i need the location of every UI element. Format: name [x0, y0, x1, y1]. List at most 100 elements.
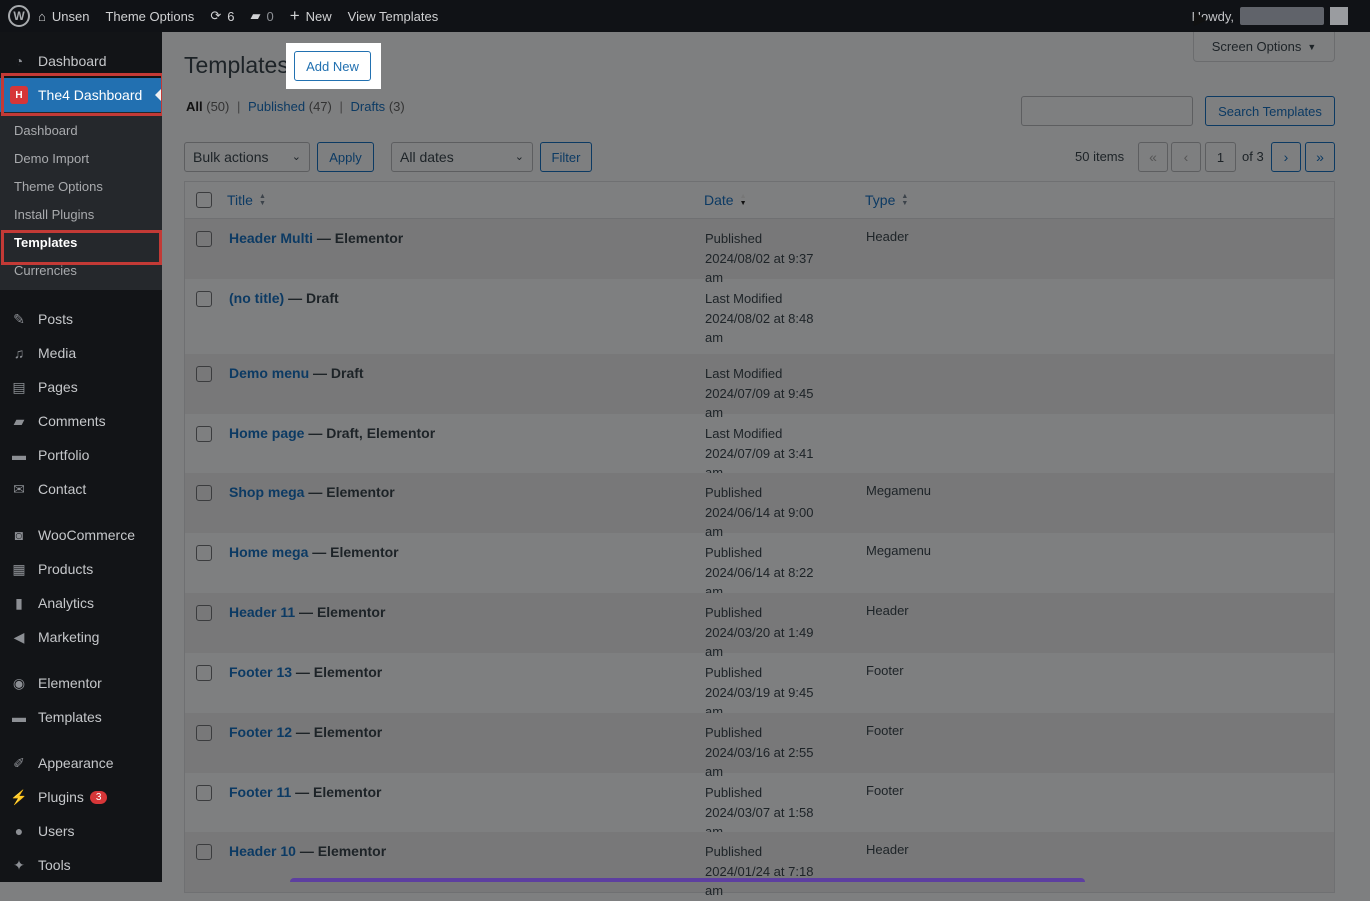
submenu-dashboard[interactable]: Dashboard	[0, 116, 162, 144]
filter-drafts[interactable]: Drafts	[351, 99, 386, 114]
row-title-link[interactable]: Home page	[229, 425, 304, 441]
plus-icon: +	[289, 6, 300, 25]
filter-all[interactable]: All	[186, 99, 203, 114]
table-row: Header 11 — Elementor Published 2024/03/20…	[185, 593, 1334, 659]
theme-options-link[interactable]: Theme Options	[97, 0, 202, 32]
sidebar-item-label: Templates	[38, 709, 102, 725]
row-title-link[interactable]: Demo menu	[229, 365, 309, 381]
page-title: Templates	[184, 52, 289, 78]
next-page-button[interactable]: ›	[1271, 142, 1301, 172]
row-checkbox[interactable]	[196, 545, 212, 561]
table-row: Home mega — Elementor Published 2024/06/14…	[185, 533, 1334, 599]
sidebar-item-posts[interactable]: ✎ Posts	[0, 302, 162, 336]
row-checkbox[interactable]	[196, 231, 212, 247]
row-title: Header 10 — Elementor	[229, 843, 386, 859]
sidebar-item-label: Dashboard	[38, 53, 107, 69]
sidebar-item-contact[interactable]: ✉ Contact	[0, 472, 162, 506]
row-date-value: 2024/08/02 at 8:48 am	[705, 310, 814, 346]
row-date: Last Modified 2024/08/02 at 8:48 am	[705, 289, 835, 348]
sidebar-item-users[interactable]: ● Users	[0, 814, 162, 848]
bulk-actions-select[interactable]: Bulk actions ⌄	[184, 142, 310, 172]
row-title-link[interactable]: Home mega	[229, 544, 308, 560]
sidebar-item-elementor[interactable]: ◉ Elementor	[0, 666, 162, 700]
row-title-link[interactable]: Footer 11	[229, 784, 291, 800]
row-status: Last Modified	[705, 426, 783, 441]
select-all-checkbox[interactable]	[196, 192, 212, 208]
wordpress-logo-icon[interactable]: W	[8, 5, 30, 27]
row-status: Last Modified	[705, 366, 783, 381]
row-title-link[interactable]: Header 10	[229, 843, 296, 859]
screen-options-button[interactable]: Screen Options ▼	[1193, 32, 1335, 62]
sidebar-item-templates[interactable]: ▬ Templates	[0, 700, 162, 734]
column-type-header[interactable]: Type ▲ ▼	[865, 192, 908, 208]
row-title-link[interactable]: Header Multi	[229, 230, 313, 246]
sidebar-item-label: Pages	[38, 379, 78, 395]
row-title-link[interactable]: Footer 13	[229, 664, 292, 680]
sidebar-item-woocommerce[interactable]: ◙ WooCommerce	[0, 518, 162, 552]
my-account[interactable]: Howdy,	[1192, 7, 1370, 25]
sidebar-item-plugins[interactable]: ⚡ Plugins 3	[0, 780, 162, 814]
row-status: Published	[705, 485, 763, 500]
row-checkbox[interactable]	[196, 665, 212, 681]
row-checkbox[interactable]	[196, 291, 212, 307]
sidebar-item-portfolio[interactable]: ▬ Portfolio	[0, 438, 162, 472]
row-title-link[interactable]: Footer 12	[229, 724, 292, 740]
updates-link[interactable]: ⟳ 6	[202, 0, 242, 32]
sidebar-item-label: Comments	[38, 413, 106, 429]
search-templates-button[interactable]: Search Templates	[1205, 96, 1335, 126]
row-title-link[interactable]: (no title)	[229, 290, 284, 306]
row-title-link[interactable]: Header 11	[229, 604, 295, 620]
site-name-link[interactable]: ⌂ Unsen	[30, 0, 97, 32]
row-checkbox[interactable]	[196, 725, 212, 741]
comments-link[interactable]: ▰ 0	[242, 0, 281, 32]
column-title-header[interactable]: Title ▲ ▼	[227, 192, 266, 208]
sidebar-item-label: Portfolio	[38, 447, 90, 463]
gauge-icon: ◔	[14, 53, 24, 69]
sidebar-item-pages[interactable]: ▤ Pages	[0, 370, 162, 404]
row-checkbox[interactable]	[196, 785, 212, 801]
row-title-suffix: — Elementor	[308, 544, 399, 560]
comment-icon: ▰	[13, 412, 25, 429]
row-title-link[interactable]: Shop mega	[229, 484, 304, 500]
sidebar-item-marketing[interactable]: ◀ Marketing	[0, 620, 162, 654]
row-checkbox[interactable]	[196, 366, 212, 382]
sort-icon: ▲ ▼	[258, 193, 266, 207]
submenu-theme-options[interactable]: Theme Options	[0, 172, 162, 200]
main-content: Templates Add New Screen Options ▼ All (…	[162, 32, 1370, 898]
sidebar-item-products[interactable]: ▦ Products	[0, 552, 162, 586]
sidebar-item-appearance[interactable]: ✐ Appearance	[0, 746, 162, 780]
sidebar-item-tools[interactable]: ✦ Tools	[0, 848, 162, 882]
sidebar-item-label: Tools	[38, 857, 71, 873]
row-status: Published	[705, 231, 763, 246]
highlight-box-templates	[1, 230, 162, 265]
row-title-suffix: — Elementor	[292, 724, 383, 740]
row-title-suffix: — Elementor	[304, 484, 395, 500]
add-new-button[interactable]: Add New	[294, 51, 371, 81]
sidebar-item-analytics[interactable]: ▮ Analytics	[0, 586, 162, 620]
search-input[interactable]	[1021, 96, 1193, 126]
filter-all-count: (50)	[206, 99, 230, 114]
date-filter-select[interactable]: All dates ⌄	[391, 142, 533, 172]
submenu-demo-import[interactable]: Demo Import	[0, 144, 162, 172]
row-title: (no title) — Draft	[229, 290, 339, 306]
last-page-button[interactable]: »	[1305, 142, 1335, 172]
row-status: Published	[705, 785, 763, 800]
prev-page-button[interactable]: ‹	[1171, 142, 1201, 172]
table-header: Title ▲ ▼ Date ▲ ▼ Type ▲ ▼	[185, 182, 1334, 219]
row-title: Footer 11 — Elementor	[229, 784, 382, 800]
row-checkbox[interactable]	[196, 844, 212, 860]
new-content-link[interactable]: + New	[282, 0, 340, 32]
row-checkbox[interactable]	[196, 605, 212, 621]
apply-button[interactable]: Apply	[317, 142, 374, 172]
sidebar-item-comments[interactable]: ▰ Comments	[0, 404, 162, 438]
row-checkbox[interactable]	[196, 426, 212, 442]
current-page-input[interactable]: 1	[1205, 142, 1236, 172]
row-checkbox[interactable]	[196, 485, 212, 501]
view-templates-link[interactable]: View Templates	[340, 0, 447, 32]
sidebar-item-media[interactable]: ♫ Media	[0, 336, 162, 370]
submenu-install-plugins[interactable]: Install Plugins	[0, 200, 162, 228]
first-page-button[interactable]: «	[1138, 142, 1168, 172]
filter-published[interactable]: Published	[248, 99, 305, 114]
column-date-header[interactable]: Date ▲ ▼	[704, 192, 747, 208]
filter-button[interactable]: Filter	[540, 142, 592, 172]
